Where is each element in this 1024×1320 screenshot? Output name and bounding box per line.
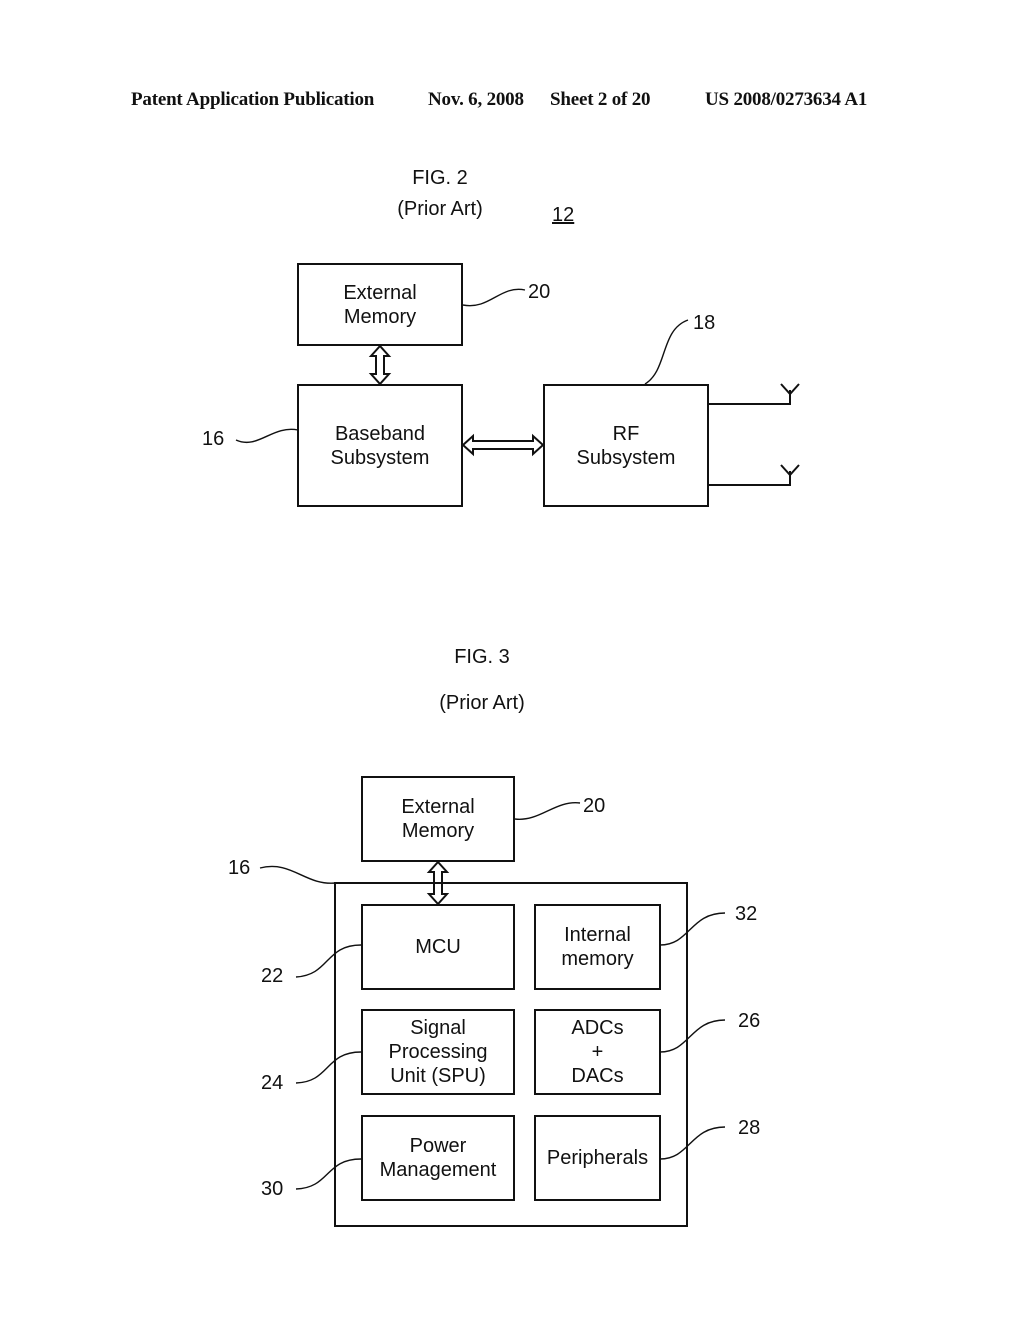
fig2-external-memory-block: External Memory (297, 263, 463, 346)
ref-20-fig2: 20 (528, 281, 551, 303)
block-label: External (343, 281, 417, 304)
ref-16-fig3: 16 (228, 857, 251, 879)
block-label: + (591, 1041, 604, 1063)
antenna-line-2 (708, 471, 791, 486)
leader-20-fig3 (514, 802, 581, 820)
block-label: MCU (415, 936, 461, 958)
block-label: Processing (388, 1041, 488, 1063)
fig3-adc-dac-block: ADCs + DACs (534, 1009, 661, 1095)
block-label: Peripherals (546, 1147, 649, 1169)
fig3-internal-memory-block: Internal memory (534, 904, 661, 990)
block-label: Memory (401, 820, 475, 842)
block-label: Management (379, 1159, 497, 1181)
ref-28: 28 (738, 1117, 761, 1139)
publication-label: Patent Application Publication (131, 89, 375, 110)
sheet-number: Sheet 2 of 20 (550, 89, 651, 110)
block-label: Internal (564, 924, 631, 946)
fig3-spu-block: Signal Processing Unit (SPU) (361, 1009, 515, 1095)
antenna-line-1 (708, 390, 791, 405)
block-label: External (401, 796, 475, 818)
block-label: Unit (SPU) (390, 1065, 486, 1087)
arrow-extmem-baseband (368, 344, 392, 386)
block-label: memory (561, 948, 634, 970)
ref-24: 24 (261, 1072, 284, 1094)
fig3-peripherals-block: Peripherals (534, 1115, 661, 1201)
publication-date: Nov. 6, 2008 (428, 89, 524, 110)
ref-16-fig2: 16 (202, 428, 225, 450)
leader-16-fig3 (259, 865, 337, 884)
block-label: ADCs (571, 1017, 624, 1039)
ref-22: 22 (261, 965, 284, 987)
fig3-power-management-block: Power Management (361, 1115, 515, 1201)
fig3-external-memory-block: External Memory (361, 776, 515, 862)
arrow-baseband-rf (461, 433, 545, 457)
fig3-subtitle: (Prior Art) (439, 692, 525, 714)
patent-number: US 2008/0273634 A1 (705, 89, 868, 110)
block-label: Subsystem (576, 446, 676, 469)
ref-30: 30 (261, 1178, 284, 1200)
ref-26: 26 (738, 1010, 761, 1032)
ref-18: 18 (693, 312, 716, 334)
antenna-icon-1 (780, 383, 800, 396)
leader-18 (644, 319, 689, 385)
block-label: Memory (343, 305, 417, 328)
fig2-title: FIG. 2 (412, 167, 468, 189)
block-label: DACs (571, 1065, 624, 1087)
antenna-icon-2 (780, 464, 800, 477)
fig2-rf-block: RF Subsystem (543, 384, 709, 507)
block-label: Signal (410, 1017, 466, 1039)
block-label: Subsystem (330, 446, 430, 469)
fig2-subtitle: (Prior Art) (397, 198, 483, 220)
block-label: Baseband (334, 422, 426, 445)
fig2-ref-12: 12 (552, 204, 575, 226)
fig3-title: FIG. 3 (454, 646, 510, 668)
block-label: RF (612, 422, 640, 445)
leader-16-fig2 (235, 428, 299, 443)
ref-20-fig3: 20 (583, 795, 606, 817)
leader-20-fig2 (462, 288, 526, 307)
ref-32: 32 (735, 903, 758, 925)
fig3-mcu-block: MCU (361, 904, 515, 990)
block-label: Power (409, 1135, 467, 1157)
fig2-baseband-block: Baseband Subsystem (297, 384, 463, 507)
